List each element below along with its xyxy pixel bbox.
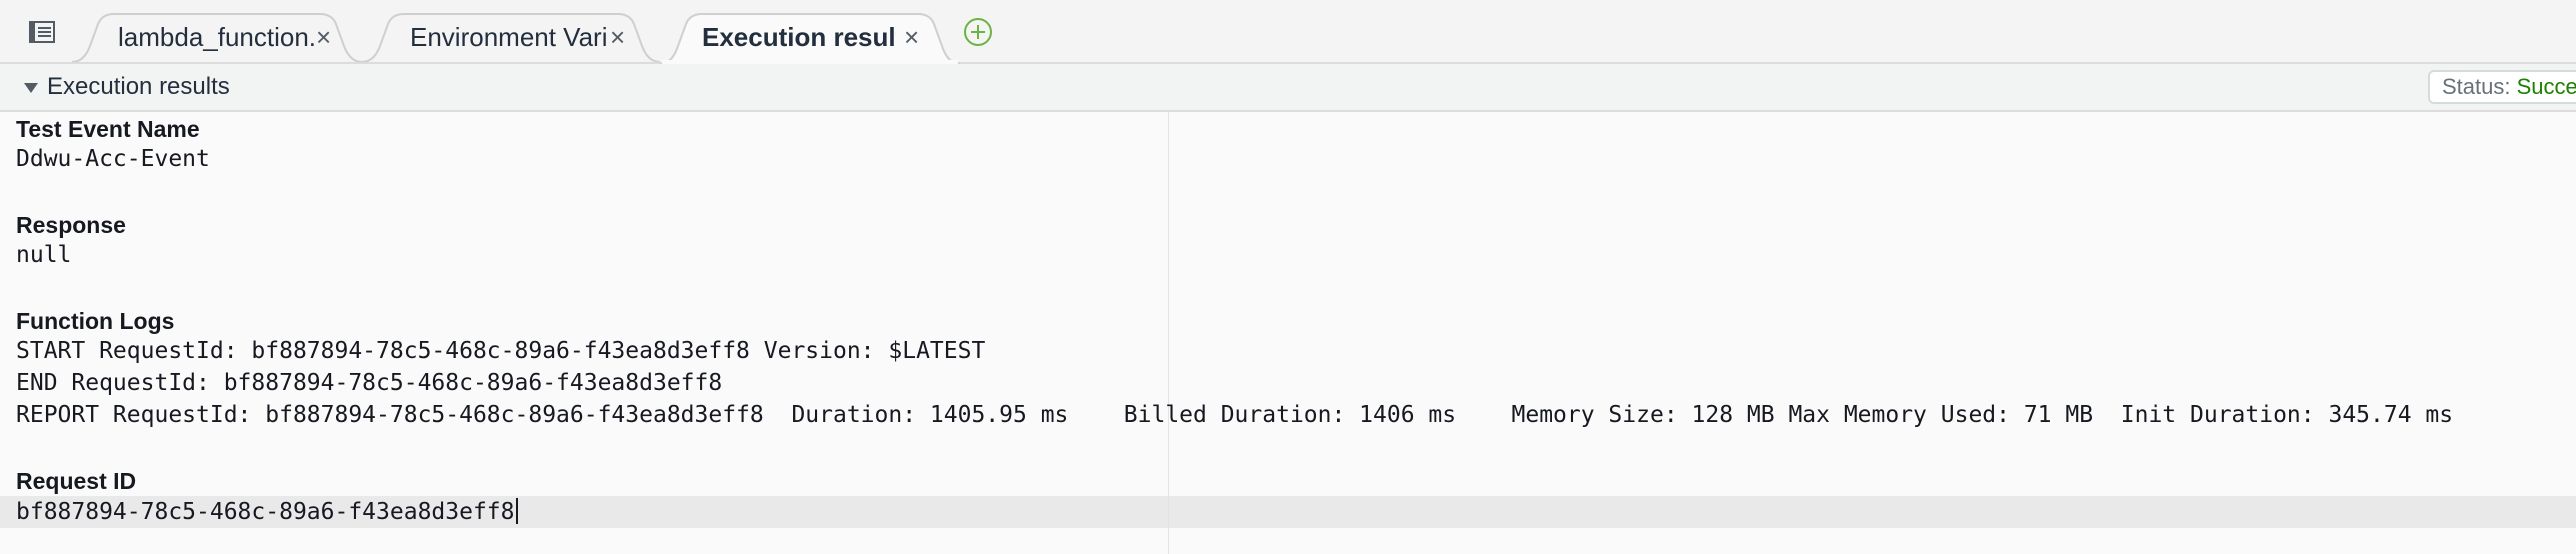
tab-execution-results[interactable]: Execution results × [660,12,960,64]
request-id-value: bf887894-78c5-468c-89a6-f43ea8d3eff8 [16,499,515,525]
status-badge: Status: Succe [2428,70,2576,104]
tab-label: Execution results [702,21,896,52]
log-line: START RequestId: bf887894-78c5-468c-89a6… [16,338,986,364]
request-id-heading: Request ID [16,468,137,494]
log-line: REPORT RequestId: bf887894-78c5-468c-89a… [16,402,2454,428]
test-event-name-heading: Test Event Name [16,116,200,142]
status-value: Succe [2516,74,2576,99]
request-id-line: bf887894-78c5-468c-89a6-f43ea8d3eff8 [16,498,518,525]
text-cursor [515,498,518,524]
plus-circle-icon [964,18,992,46]
test-event-name-value: Ddwu-Acc-Event [16,146,210,172]
tab-menu-button[interactable] [22,14,62,50]
print-margin-divider [1168,112,1169,554]
tab-environment-variables[interactable]: Environment Vari × [362,12,660,62]
panel-title: Execution results [47,73,230,100]
caret-down-icon[interactable] [22,79,40,97]
status-label: Status: [2442,74,2517,99]
tab-label: Environment Vari [410,21,606,52]
add-tab-button[interactable] [963,17,993,47]
tab-lambda-function[interactable]: lambda_function. × [72,12,362,62]
log-line: END RequestId: bf887894-78c5-468c-89a6-f… [16,370,723,396]
close-icon[interactable]: × [316,24,331,50]
execution-results-output[interactable]: Test Event Name Ddwu-Acc-Event Response … [0,112,2576,554]
editor-tab-bar: lambda_function. × Environment Vari × Ex… [0,0,2576,64]
close-icon[interactable]: × [610,24,625,50]
close-icon[interactable]: × [904,24,919,50]
response-heading: Response [16,212,126,238]
tab-label: lambda_function. [118,21,314,52]
execution-results-header: Execution results Status: Succe [0,64,2576,112]
function-logs-heading: Function Logs [16,308,175,334]
response-value: null [16,242,72,268]
list-menu-icon [29,21,55,43]
